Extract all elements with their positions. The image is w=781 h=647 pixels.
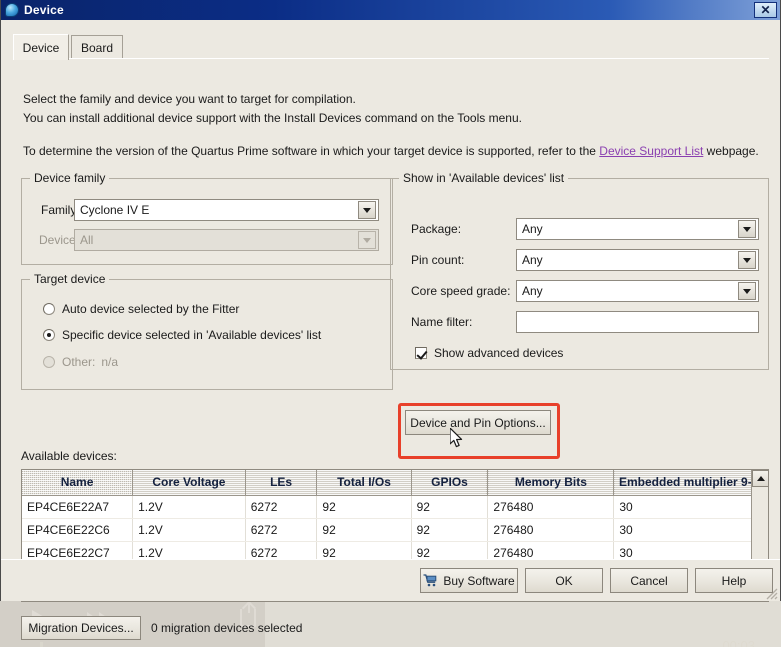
chevron-down-icon-corespeed[interactable] [738,282,756,300]
cell-les: 6272 [245,518,318,542]
package-value: Any [522,222,543,236]
core-speed-grade-combobox[interactable]: Any [516,280,759,302]
name-filter-input[interactable] [516,311,759,333]
device-dialog: Device ✕ Device Board Select the family … [0,0,781,640]
video-time-label: 00:03 [722,638,755,647]
pin-count-value: Any [522,253,543,267]
intro-line-3-prefix: To determine the version of the Quartus … [23,144,600,158]
tabstrip: Device Board [13,34,769,60]
pin-count-label: Pin count: [411,253,465,267]
intro-line-3: To determine the version of the Quartus … [23,144,759,158]
radio-other-value: n/a [101,355,119,369]
cell-gpios: 92 [411,518,489,542]
show-advanced-devices-label: Show advanced devices [434,346,564,360]
intro-line-3-suffix: webpage. [703,144,759,158]
cancel-button[interactable]: Cancel [610,568,688,593]
package-label: Package: [411,222,462,236]
ok-button[interactable]: OK [525,568,603,593]
checkbox-icon-checked [415,347,427,359]
device-combobox: All [74,229,379,251]
column-header-les[interactable]: LEs [245,470,318,496]
radio-icon-specific-selected [43,329,55,341]
video-progress-marker [40,642,43,647]
help-button[interactable]: Help [695,568,773,593]
table-row[interactable]: EP4CE6E22A7 1.2V 6272 92 92 276480 30 [22,495,768,519]
cell-les: 6272 [245,495,318,519]
cell-total-ios: 92 [316,518,412,542]
radio-icon-other [43,356,55,368]
device-family-group: Device family [21,171,393,265]
intro-line-2: You can install additional device suppor… [23,111,522,125]
show-in-list-legend: Show in 'Available devices' list [399,171,569,185]
cell-name: EP4CE6E22C6 [22,518,134,542]
device-value: All [80,233,94,247]
column-header-name[interactable]: Name [22,470,134,496]
cell-memory-bits: 276480 [487,495,615,519]
cell-core-voltage: 1.2V [132,518,246,542]
core-speed-grade-label: Core speed grade: [411,284,511,298]
column-header-embedded-multiplier[interactable]: Embedded multiplier 9-bi [613,470,768,496]
radio-specific-label: Specific device selected in 'Available d… [62,328,322,342]
resize-grip-icon[interactable] [764,586,778,600]
cell-core-voltage: 1.2V [132,495,246,519]
buy-software-button[interactable]: Buy Software [420,568,518,593]
dialog-button-bar: Buy Software OK Cancel Help [1,559,780,601]
family-value: Cyclone IV E [80,203,150,217]
column-header-total-ios[interactable]: Total I/Os [316,470,412,496]
scroll-up-icon[interactable] [752,470,769,487]
intro-line-1: Select the family and device you want to… [23,92,356,106]
package-combobox[interactable]: Any [516,218,759,240]
dialog-titlebar[interactable]: Device ✕ [1,0,780,20]
tab-device[interactable]: Device [13,34,69,60]
tab-panel-device: Select the family and device you want to… [13,58,769,640]
device-family-legend: Device family [30,171,110,185]
cell-total-ios: 92 [316,495,412,519]
show-advanced-devices-checkbox[interactable]: Show advanced devices [415,346,563,360]
cell-memory-bits: 276480 [487,518,615,542]
family-combobox[interactable]: Cyclone IV E [74,199,379,221]
chevron-down-icon-device [358,231,376,249]
chevron-down-icon-package[interactable] [738,220,756,238]
table-header-row: Name Core Voltage LEs Total I/Os GPIOs M… [22,470,768,496]
radio-specific-device[interactable]: Specific device selected in 'Available d… [43,328,321,342]
chevron-down-icon[interactable] [358,201,376,219]
available-devices-label: Available devices: [21,449,117,463]
column-header-core-voltage[interactable]: Core Voltage [132,470,246,496]
migration-status-text: 0 migration devices selected [151,621,303,635]
device-support-list-link[interactable]: Device Support List [599,144,703,158]
radio-other-label: Other: [62,355,96,369]
column-header-gpios[interactable]: GPIOs [411,470,489,496]
dialog-title: Device [24,3,64,17]
chevron-down-icon-pincount[interactable] [738,251,756,269]
device-label: Device: [39,233,80,247]
show-in-list-group: Show in 'Available devices' list [390,171,769,370]
shopping-cart-icon [423,574,437,587]
cell-name: EP4CE6E22A7 [22,495,134,519]
dialog-body: Device Board Select the family and devic… [1,20,780,640]
cell-embedded-multiplier: 30 [613,495,768,519]
name-filter-label: Name filter: [411,315,473,329]
cell-embedded-multiplier: 30 [613,518,768,542]
pin-count-combobox[interactable]: Any [516,249,759,271]
cell-gpios: 92 [411,495,489,519]
radio-auto-device[interactable]: Auto device selected by the Fitter [43,302,239,316]
target-device-legend: Target device [30,272,110,286]
radio-icon-auto [43,303,55,315]
radio-other-device: Other: n/a [43,355,118,369]
column-header-memory-bits[interactable]: Memory Bits [487,470,615,496]
quartus-device-icon [5,3,19,17]
table-row[interactable]: EP4CE6E22C6 1.2V 6272 92 92 276480 30 [22,518,768,542]
core-speed-grade-value: Any [522,284,543,298]
close-icon[interactable]: ✕ [754,2,777,18]
device-and-pin-options-button[interactable]: Device and Pin Options... [405,410,551,435]
radio-auto-label: Auto device selected by the Fitter [62,302,240,316]
tab-board[interactable]: Board [71,35,123,59]
buy-software-label: Buy Software [443,573,515,588]
migration-devices-button[interactable]: Migration Devices... [21,616,141,640]
